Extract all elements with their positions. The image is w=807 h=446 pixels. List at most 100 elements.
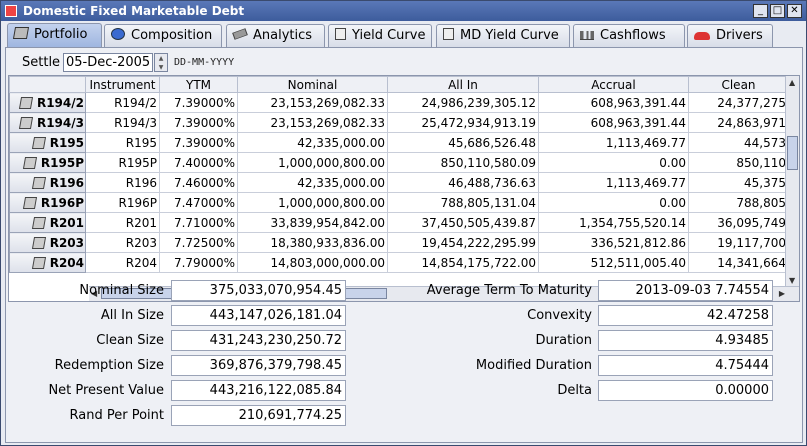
scroll-right-icon[interactable]: ▶ — [779, 289, 785, 298]
row-header[interactable]: R194/2 — [9, 92, 86, 113]
vertical-scroll-thumb[interactable] — [787, 136, 798, 170]
table-cell[interactable]: 1,354,755,520.14 — [538, 212, 689, 233]
table-cell[interactable]: 25,472,934,913.19 — [387, 112, 539, 133]
row-header[interactable]: R196 — [9, 172, 86, 193]
table-cell[interactable]: 788,805,131.04 — [387, 192, 539, 213]
table-cell[interactable]: R194/2 — [85, 92, 160, 113]
table-cell[interactable]: 7.40000% — [159, 152, 238, 173]
table-cell[interactable]: R194/3 — [85, 112, 160, 133]
table-cell[interactable]: 0.00 — [538, 152, 689, 173]
tab-md-yield-curve[interactable]: MD Yield Curve — [436, 24, 570, 47]
table-row[interactable]: R196 R196 7.46000% 42,335,000.00 46,488,736.… — [9, 172, 789, 193]
table-cell[interactable]: R203 — [85, 232, 160, 253]
table-cell[interactable]: 46,488,736.63 — [387, 172, 539, 193]
close-button[interactable]: ✕ — [787, 4, 802, 18]
table-cell[interactable]: R195 — [85, 132, 160, 153]
table-cell[interactable]: 37,450,505,439.87 — [387, 212, 539, 233]
column-header[interactable]: YTM — [159, 76, 238, 93]
table-cell[interactable]: 0.00 — [538, 192, 689, 213]
table-cell[interactable]: 18,380,933,836.00 — [237, 232, 388, 253]
table-cell[interactable]: 44,573 — [688, 132, 789, 153]
vertical-scrollbar[interactable]: ▲ ▼ — [785, 76, 799, 287]
table-cell[interactable]: 23,153,269,082.33 — [237, 112, 388, 133]
row-header-corner — [9, 76, 86, 93]
date-spinner[interactable]: ▲ ▼ — [154, 53, 168, 72]
table-row[interactable]: R195P R195P 7.40000% 1,000,000,800.00 850,11… — [9, 152, 789, 173]
table-cell[interactable]: 7.47000% — [159, 192, 238, 213]
table-cell[interactable]: 14,854,175,722.00 — [387, 252, 539, 273]
column-header[interactable]: Nominal — [237, 76, 388, 93]
column-header[interactable]: All In — [387, 76, 539, 93]
curve-icon — [335, 28, 346, 40]
table-row[interactable]: R195 R195 7.39000% 42,335,000.00 45,686,526.… — [9, 132, 789, 153]
column-header[interactable]: Instrument — [85, 76, 160, 93]
table-cell[interactable]: 7.46000% — [159, 172, 238, 193]
tab-yield-curve[interactable]: Yield Curve — [328, 24, 432, 47]
table-cell[interactable]: 1,113,469.77 — [538, 172, 689, 193]
table-cell[interactable]: 36,095,749 — [688, 212, 789, 233]
row-header[interactable]: R204 — [9, 252, 86, 273]
row-header[interactable]: R203 — [9, 232, 86, 253]
tab-drivers[interactable]: Drivers — [687, 24, 773, 47]
spin-down-icon[interactable]: ▼ — [155, 63, 167, 72]
settle-date-field[interactable] — [63, 53, 153, 72]
table-cell[interactable]: 33,839,954,842.00 — [237, 212, 388, 233]
tab-cashflows[interactable]: Cashflows — [573, 24, 685, 47]
table-row[interactable]: R196P R196P 7.47000% 1,000,000,800.00 788,80… — [9, 192, 789, 213]
table-cell[interactable]: 1,113,469.77 — [538, 132, 689, 153]
table-cell[interactable]: 24,986,239,305.12 — [387, 92, 539, 113]
tab-analytics[interactable]: Analytics — [226, 24, 325, 47]
table-cell[interactable]: 7.72500% — [159, 232, 238, 253]
table-cell[interactable]: 608,963,391.44 — [538, 112, 689, 133]
table-cell[interactable]: 24,377,275 — [688, 92, 789, 113]
table-cell[interactable]: R195P — [85, 152, 160, 173]
maximize-button[interactable]: □ — [770, 4, 785, 18]
table-cell[interactable]: 850,110 — [688, 152, 789, 173]
row-header[interactable]: R201 — [9, 212, 86, 233]
table-cell[interactable]: 42,335,000.00 — [237, 172, 388, 193]
table-cell[interactable]: R196P — [85, 192, 160, 213]
title-bar[interactable]: Domestic Fixed Marketable Debt _ □ ✕ — [1, 1, 806, 21]
table-cell[interactable]: 23,153,269,082.33 — [237, 92, 388, 113]
table-cell[interactable]: 14,803,000,000.00 — [237, 252, 388, 273]
table-cell[interactable]: 1,000,000,800.00 — [237, 152, 388, 173]
table-row[interactable]: R203 R203 7.72500% 18,380,933,836.00 19,454,… — [9, 232, 789, 253]
table-cell[interactable]: 7.39000% — [159, 112, 238, 133]
table-row[interactable]: R194/2 R194/2 7.39000% 23,153,269,082.33 24,… — [9, 92, 789, 113]
table-cell[interactable]: 45,686,526.48 — [387, 132, 539, 153]
table-cell[interactable]: 45,375 — [688, 172, 789, 193]
table-cell[interactable]: 7.71000% — [159, 212, 238, 233]
column-header[interactable]: Clean — [688, 76, 789, 93]
scroll-down-icon[interactable]: ▼ — [789, 276, 795, 285]
table-cell[interactable]: 608,963,391.44 — [538, 92, 689, 113]
table-cell[interactable]: R204 — [85, 252, 160, 273]
table-cell[interactable]: 24,863,971 — [688, 112, 789, 133]
table-cell[interactable]: 512,511,005.40 — [538, 252, 689, 273]
table-row[interactable]: R204 R204 7.79000% 14,803,000,000.00 14,854,… — [9, 252, 789, 273]
table-cell[interactable]: 14,341,664 — [688, 252, 789, 273]
table-cell[interactable]: R196 — [85, 172, 160, 193]
table-cell[interactable]: 788,805 — [688, 192, 789, 213]
scroll-up-icon[interactable]: ▲ — [789, 78, 795, 87]
table-cell[interactable]: 7.39000% — [159, 92, 238, 113]
table-cell[interactable]: 19,117,700 — [688, 232, 789, 253]
minimize-button[interactable]: _ — [753, 4, 768, 18]
table-cell[interactable]: 7.79000% — [159, 252, 238, 273]
row-header[interactable]: R195P — [9, 152, 86, 173]
column-header[interactable]: Accrual — [538, 76, 689, 93]
table-cell[interactable]: 42,335,000.00 — [237, 132, 388, 153]
spin-up-icon[interactable]: ▲ — [155, 54, 167, 63]
table-cell[interactable]: 19,454,222,295.99 — [387, 232, 539, 253]
row-header[interactable]: R195 — [9, 132, 86, 153]
table-cell[interactable]: 7.39000% — [159, 132, 238, 153]
table-cell[interactable]: R201 — [85, 212, 160, 233]
table-row[interactable]: R194/3 R194/3 7.39000% 23,153,269,082.33 25,… — [9, 112, 789, 133]
table-cell[interactable]: 336,521,812.86 — [538, 232, 689, 253]
tab-composition[interactable]: Composition — [104, 24, 222, 47]
row-header[interactable]: R194/3 — [9, 112, 86, 133]
table-cell[interactable]: 1,000,000,800.00 — [237, 192, 388, 213]
tab-portfolio[interactable]: Portfolio — [7, 23, 102, 47]
table-row[interactable]: R201 R201 7.71000% 33,839,954,842.00 37,450,… — [9, 212, 789, 233]
table-cell[interactable]: 850,110,580.09 — [387, 152, 539, 173]
row-header[interactable]: R196P — [9, 192, 86, 213]
